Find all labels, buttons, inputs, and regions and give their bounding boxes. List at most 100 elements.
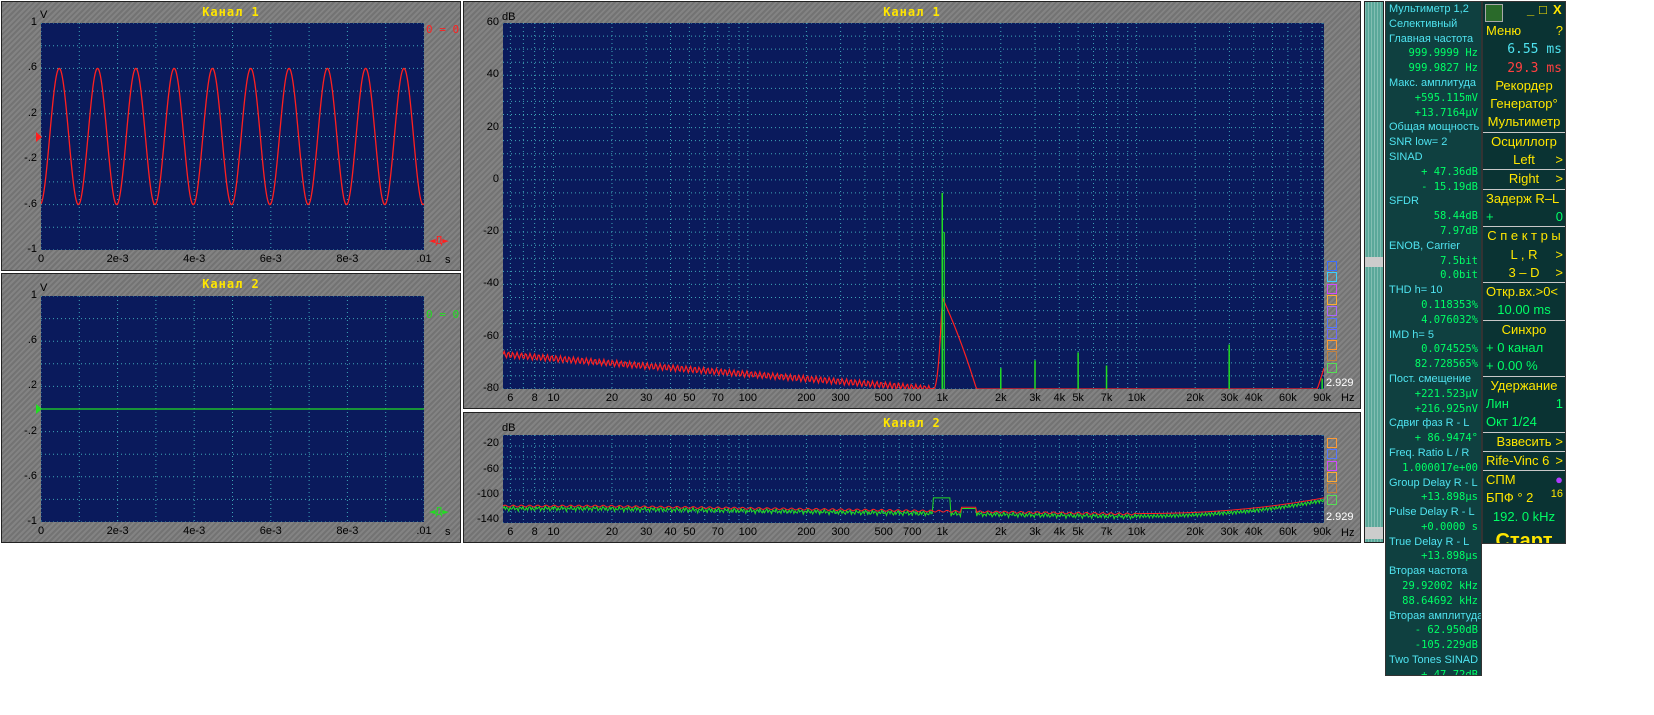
measurement-value: - 15.19dB <box>1421 180 1478 193</box>
menu-item[interactable]: L , R > <box>1483 246 1565 264</box>
measurement-label[interactable]: Вторая частота <box>1386 564 1481 579</box>
measurement-label[interactable]: THD h= 10 <box>1386 283 1481 298</box>
menu-item[interactable]: 192. 0 kHz <box>1483 508 1565 526</box>
x-tick-label: 40 <box>664 392 677 404</box>
trace-toggle-box[interactable] <box>1327 328 1337 339</box>
oscilloscope-plot[interactable] <box>41 296 424 522</box>
menu-item[interactable]: Удержание <box>1483 377 1565 395</box>
spectrum-plot[interactable] <box>503 435 1324 523</box>
x-tick-label: 60k <box>1279 392 1297 404</box>
menu-item[interactable]: + 0.00 % <box>1483 357 1565 377</box>
menu-item[interactable]: Задерж R–L <box>1483 190 1565 208</box>
menu-item[interactable]: Мультиметр <box>1483 113 1565 133</box>
menu-item[interactable]: Rife-Vinc 6 > <box>1483 452 1565 472</box>
menu-item[interactable]: 3 – D > <box>1483 264 1565 284</box>
menu-item-suffix: > <box>1555 152 1563 168</box>
level-meter-strip[interactable] <box>1364 1 1384 543</box>
measurement-label[interactable]: ENOB, Carrier <box>1386 239 1481 254</box>
oscilloscope-panel-ch1: Канал 1 V 1 .6 .2 -.2 -.6 -1 0 2e-3 4e-3 6e-3 8e-… <box>1 1 461 271</box>
menu-item[interactable]: Осциллогр <box>1483 133 1565 151</box>
measurement-value: 0.118353% <box>1421 298 1478 311</box>
measurement-label[interactable]: Вторая амплитуда <box>1386 609 1481 624</box>
trace-toggle-box[interactable] <box>1327 272 1337 283</box>
spectrum-panel-ch2: Канал 2 dB -20 -60 -100 -140 6 8 10 20 30 40 50 70… <box>463 412 1361 543</box>
measurement-label[interactable]: SINAD <box>1386 150 1481 165</box>
start-label: Старт <box>1495 530 1553 544</box>
menu-item-suffix: 16 <box>1550 489 1563 501</box>
trace-toggle-box[interactable] <box>1327 351 1337 362</box>
menu-item-label: 3 – D <box>1508 264 1540 280</box>
minimize-icon[interactable]: _ <box>1527 2 1534 17</box>
spectrum-plot[interactable] <box>503 23 1324 389</box>
menu-item-label: Задерж R–L <box>1486 190 1560 206</box>
trace-toggle-box[interactable] <box>1327 306 1337 317</box>
trace-toggle-box[interactable] <box>1327 438 1337 448</box>
multimeter-title[interactable]: Мультиметр 1,2 <box>1386 2 1481 17</box>
delta-marker[interactable]: ◄Д► <box>429 234 449 247</box>
menu-item[interactable]: Окт 1/24 <box>1483 413 1565 433</box>
menu-item[interactable]: Лин 1 <box>1483 395 1565 413</box>
menu-item[interactable]: Откр.вх.>0< <box>1483 283 1565 301</box>
x-tick-label: 6 <box>507 526 514 538</box>
measurement-label[interactable]: Селективный <box>1386 17 1481 32</box>
menu-item[interactable]: Right > <box>1483 170 1565 190</box>
menu-item[interactable]: Меню? <box>1483 22 1565 40</box>
measurement-value: +221.523µV <box>1414 387 1478 400</box>
oscilloscope-plot[interactable] <box>41 23 424 250</box>
menu-item[interactable]: СПМ ● <box>1483 471 1565 489</box>
measurement-label[interactable]: Freq. Ratio L / R <box>1386 446 1481 461</box>
x-tick-label: 50 <box>683 392 696 404</box>
close-icon[interactable]: X <box>1553 2 1562 17</box>
menu-item[interactable]: 6.55 ms <box>1483 40 1565 58</box>
start-button[interactable]: Старт <box>1483 526 1565 544</box>
measurement-label[interactable]: SFDR <box>1386 194 1481 209</box>
trace-toggle-box[interactable] <box>1327 283 1337 294</box>
menu-item[interactable]: 10.00 ms <box>1483 301 1565 321</box>
maximize-icon[interactable]: □ <box>1539 2 1547 17</box>
measurement-label[interactable]: Two Tones SINAD <box>1386 653 1481 668</box>
trace-toggle-box[interactable] <box>1327 362 1337 373</box>
trigger-arrow-icon[interactable] <box>36 132 42 142</box>
menu-item[interactable]: Взвесить > <box>1483 433 1565 452</box>
measurement-label[interactable]: True Delay R - L <box>1386 535 1481 550</box>
trace-toggle-box[interactable] <box>1327 261 1337 271</box>
y-tick-label: -140 <box>476 512 499 525</box>
measurement-label[interactable]: Макс. амплитуда <box>1386 76 1481 91</box>
measurement-label[interactable]: Сдвиг фаз R - L <box>1386 416 1481 431</box>
menu-item[interactable]: Синхро <box>1483 321 1565 339</box>
trace-toggle-box[interactable] <box>1327 294 1337 305</box>
trace-toggle-box[interactable] <box>1327 340 1337 351</box>
measurement-label[interactable]: SNR low= 2 <box>1386 135 1481 150</box>
menu-item[interactable]: Рекордер <box>1483 77 1565 95</box>
measurement-value: -105.229dB <box>1414 639 1478 652</box>
trace-toggle-box[interactable] <box>1327 449 1337 460</box>
menu-item[interactable]: + 0 канал <box>1483 339 1565 357</box>
x-tick-label: 20 <box>605 526 619 538</box>
trace-toggle-box[interactable] <box>1327 460 1337 471</box>
delta-marker[interactable]: ◄Д► <box>429 505 449 518</box>
spectrum-trace-green <box>503 497 1324 521</box>
menu-item[interactable]: БПФ ° 2 16 <box>1483 489 1565 507</box>
zero-marker[interactable]: 0 = 0 <box>426 23 459 36</box>
x-tick-label: 90k <box>1313 392 1332 404</box>
measurement-label[interactable]: Pulse Delay R - L <box>1386 505 1481 520</box>
trace-toggle-box[interactable] <box>1327 483 1337 494</box>
menu-item-label: + 0.00 % <box>1486 358 1538 374</box>
app-icon <box>1485 4 1503 22</box>
menu-item[interactable]: Left > <box>1483 151 1565 171</box>
menu-item[interactable]: 29.3 ms <box>1483 59 1565 77</box>
trigger-arrow-icon[interactable] <box>36 404 42 414</box>
measurement-label[interactable]: Главная частота <box>1386 32 1481 47</box>
measurement-label[interactable]: IMD h= 5 <box>1386 328 1481 343</box>
menu-item[interactable]: +0 <box>1483 208 1565 228</box>
measurement-label[interactable]: Group Delay R - L <box>1386 476 1481 491</box>
x-tick-label: 4e-3 <box>183 253 206 265</box>
trace-toggle-box[interactable] <box>1327 471 1337 482</box>
trace-toggle-box[interactable] <box>1327 317 1337 328</box>
measurement-label[interactable]: Общая мощность <box>1386 120 1481 135</box>
menu-item[interactable]: С п е к т р ы <box>1483 227 1565 245</box>
trace-toggle-box[interactable] <box>1327 494 1337 505</box>
zero-marker[interactable]: 0 = 0 <box>426 308 459 321</box>
measurement-label[interactable]: Пост. смещение <box>1386 372 1481 387</box>
menu-item[interactable]: Генератор° <box>1483 95 1565 113</box>
